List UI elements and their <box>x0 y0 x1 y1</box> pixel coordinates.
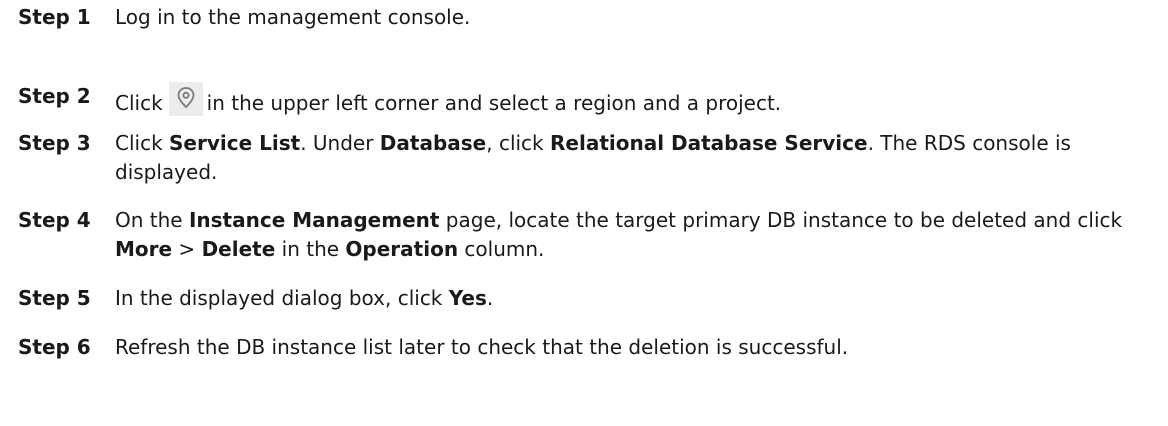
step-text-segment: page, locate the target primary DB insta… <box>439 208 1123 232</box>
instance-management-term: Instance Management <box>188 208 440 232</box>
step-text-segment: > <box>172 237 202 261</box>
step-text: In the displayed dialog box, click Yes. <box>115 284 1145 313</box>
step-text: Click in the upper left corner and select… <box>115 82 1145 118</box>
operation-term: Operation <box>345 237 459 261</box>
step-1: Step 1 Log in to the management console. <box>18 3 1158 32</box>
step-2: Step 2 Click in the upper left corner and… <box>18 82 1158 118</box>
step-label: Step 3 <box>18 131 91 155</box>
rds-term: Relational Database Service <box>550 131 868 155</box>
more-term: More <box>115 237 173 261</box>
step-label: Step 5 <box>18 286 91 310</box>
step-text-segment: Refresh the DB instance list later to ch… <box>115 335 849 359</box>
step-text: Log in to the management console. <box>115 3 1145 32</box>
step-text-segment: Click <box>115 131 170 155</box>
step-6: Step 6 Refresh the DB instance list late… <box>18 333 1158 362</box>
step-text-segment: . <box>486 286 494 310</box>
location-pin-icon <box>168 82 203 116</box>
step-label: Step 6 <box>18 335 91 359</box>
delete-term: Delete <box>201 237 276 261</box>
step-text-segment: in the <box>275 237 346 261</box>
step-5: Step 5 In the displayed dialog box, clic… <box>18 284 1158 313</box>
step-label: Step 2 <box>18 84 91 108</box>
step-text: Click Service List. Under Database, clic… <box>115 129 1145 187</box>
service-list-term: Service List <box>169 131 301 155</box>
step-label: Step 1 <box>18 5 91 29</box>
step-3: Step 3 Click Service List. Under Databas… <box>18 129 1158 187</box>
step-text-segment: On the <box>115 208 189 232</box>
step-text: Refresh the DB instance list later to ch… <box>115 333 1145 362</box>
step-text-segment: . Under <box>300 131 380 155</box>
step-text: On the Instance Management page, locate … <box>115 206 1145 264</box>
step-text-segment: In the displayed dialog box, click <box>115 286 449 310</box>
yes-term: Yes <box>448 286 487 310</box>
step-text-segment: Log in to the management console. <box>115 5 471 29</box>
step-label: Step 4 <box>18 208 91 232</box>
step-text-segment: , click <box>486 131 550 155</box>
step-text-segment: column. <box>458 237 545 261</box>
database-term: Database <box>379 131 487 155</box>
step-text-segment: in the upper left corner and select a re… <box>206 91 782 115</box>
step-text-segment: Click <box>115 91 163 115</box>
step-4: Step 4 On the Instance Management page, … <box>18 206 1158 264</box>
